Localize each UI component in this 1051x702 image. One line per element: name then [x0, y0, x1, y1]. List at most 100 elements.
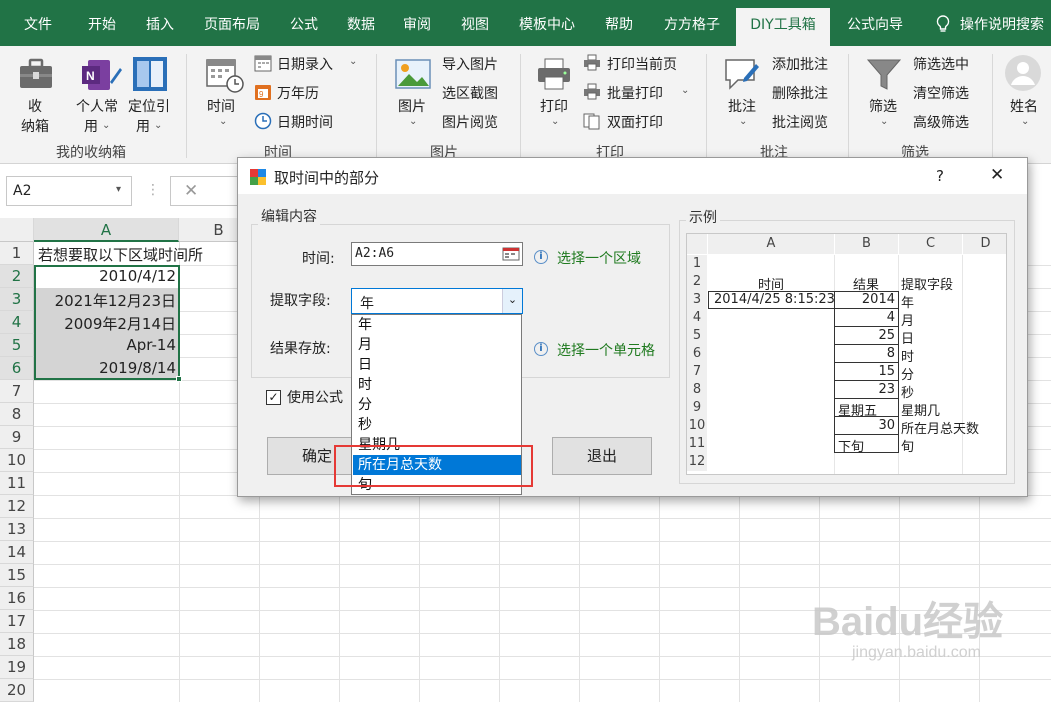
picture-button[interactable]: 图片 — [398, 96, 426, 116]
cell-a6[interactable]: 2019/8/14 — [36, 359, 176, 377]
row-header[interactable]: 6 — [0, 357, 34, 380]
import-picture-button[interactable]: 导入图片 — [442, 54, 498, 74]
tab-insert[interactable]: 插入 — [134, 0, 186, 46]
table-border — [835, 398, 898, 399]
use-formula-checkbox[interactable]: ✓ — [266, 390, 281, 405]
row-header[interactable]: 17 — [0, 610, 34, 633]
row-header[interactable]: 3 — [0, 288, 34, 311]
name-box[interactable]: A2 — [6, 176, 132, 206]
example-header-field: 提取字段 — [901, 278, 954, 293]
row-header[interactable]: 19 — [0, 656, 34, 679]
help-button[interactable]: ? — [936, 167, 944, 185]
select-all-corner[interactable] — [0, 218, 34, 242]
dropdown-option-second[interactable]: 秒 — [353, 415, 521, 435]
region-screenshot-button[interactable]: 选区截图 — [442, 83, 498, 103]
collect-label-2[interactable]: 纳箱 — [21, 116, 49, 136]
filter-selected-button[interactable]: 筛选选中 — [913, 54, 969, 74]
dropdown-option-year[interactable]: 年 — [353, 315, 521, 335]
tab-view[interactable]: 视图 — [450, 0, 500, 46]
delete-comment-button[interactable]: 删除批注 — [772, 83, 828, 103]
tab-formulas[interactable]: 公式 — [280, 0, 328, 46]
personal-label-2[interactable]: 用 — [84, 116, 98, 136]
row-header[interactable]: 8 — [0, 403, 34, 426]
row-header[interactable]: 7 — [0, 380, 34, 403]
date-entry-icon — [254, 54, 272, 72]
dropdown-option-hour[interactable]: 时 — [353, 375, 521, 395]
time-button[interactable]: 时间 — [207, 96, 235, 116]
tab-formula-wizard[interactable]: 公式向导 — [834, 0, 916, 46]
clear-filter-button[interactable]: 清空筛选 — [913, 83, 969, 103]
close-icon[interactable]: ✕ — [990, 165, 1004, 185]
tab-diy-toolbox[interactable]: DIY工具箱 — [736, 8, 830, 46]
time-label: 时间: — [302, 251, 335, 267]
batch-print-button[interactable]: 批量打印 — [607, 83, 663, 103]
tab-home[interactable]: 开始 — [76, 0, 128, 46]
table-border — [835, 326, 898, 327]
dropdown-option-minute[interactable]: 分 — [353, 395, 521, 415]
tab-file[interactable]: 文件 — [10, 0, 66, 46]
time-range-input[interactable]: A2:A6 — [351, 242, 523, 266]
cell-a4[interactable]: 2009年2月14日 — [36, 313, 176, 334]
cell-a1[interactable]: 若想要取以下区域时间所 — [38, 244, 203, 265]
row-header[interactable]: 4 — [0, 311, 34, 334]
tell-me-search[interactable]: 操作说明搜索 — [960, 0, 1051, 46]
row-header[interactable]: 2 — [0, 265, 34, 288]
tab-page-layout[interactable]: 页面布局 — [192, 0, 272, 46]
cancel-icon[interactable]: ✕ — [184, 181, 198, 201]
formula-input[interactable] — [170, 176, 240, 206]
date-entry-button[interactable]: 日期录入 — [277, 54, 333, 74]
dropdown-option-day[interactable]: 日 — [353, 355, 521, 375]
add-comment-button[interactable]: 添加批注 — [772, 54, 828, 74]
name-button[interactable]: 姓名 — [1010, 96, 1038, 116]
row-header[interactable]: 11 — [0, 472, 34, 495]
tab-review[interactable]: 审阅 — [392, 0, 442, 46]
tab-template-center[interactable]: 模板中心 — [506, 0, 588, 46]
column-header-a[interactable]: A — [34, 218, 179, 242]
view-comment-button[interactable]: 批注阅览 — [772, 112, 828, 132]
row-header[interactable]: 13 — [0, 518, 34, 541]
locate-label-1[interactable]: 定位引 — [128, 96, 170, 116]
row-header[interactable]: 9 — [0, 426, 34, 449]
calendar-clock-icon — [205, 56, 245, 94]
collect-label-1[interactable]: 收 — [28, 96, 42, 116]
row-header[interactable]: 10 — [0, 449, 34, 472]
row-header[interactable]: 14 — [0, 541, 34, 564]
row-header[interactable]: 16 — [0, 587, 34, 610]
example-col-header: C — [899, 234, 962, 254]
table-border — [835, 380, 898, 381]
grid-line — [962, 255, 963, 474]
row-header[interactable]: 20 — [0, 679, 34, 702]
dialog-title-bar[interactable]: 取时间中的部分 ? ✕ — [238, 158, 1027, 194]
duplex-print-button[interactable]: 双面打印 — [607, 112, 663, 132]
field-select[interactable]: 年 ⌄ — [351, 288, 523, 314]
print-current-page-button[interactable]: 打印当前页 — [607, 54, 677, 74]
cell-a2[interactable]: 2010/4/12 — [36, 267, 176, 285]
row-header[interactable]: 5 — [0, 334, 34, 357]
dropdown-option-month[interactable]: 月 — [353, 335, 521, 355]
chevron-down-icon[interactable]: ▾ — [116, 184, 121, 195]
picture-view-button[interactable]: 图片阅览 — [442, 112, 498, 132]
row-header[interactable]: 15 — [0, 564, 34, 587]
exit-button[interactable]: 退出 — [552, 437, 652, 475]
locate-label-2[interactable]: 用 — [136, 116, 150, 136]
tab-data[interactable]: 数据 — [336, 0, 386, 46]
comment-button[interactable]: 批注 — [728, 96, 756, 116]
cell-a5[interactable]: Apr-14 — [36, 336, 177, 354]
chevron-down-icon[interactable]: ⌄ — [502, 289, 522, 313]
datetime-button[interactable]: 日期时间 — [277, 112, 333, 132]
duplex-print-icon — [583, 112, 601, 130]
print-button[interactable]: 打印 — [540, 96, 568, 116]
example-title: 示例 — [686, 207, 720, 227]
advanced-filter-button[interactable]: 高级筛选 — [913, 112, 969, 132]
row-header[interactable]: 1 — [0, 242, 34, 265]
row-header[interactable]: 18 — [0, 633, 34, 656]
tab-fangfang-grid[interactable]: 方方格子 — [652, 0, 732, 46]
fill-handle[interactable] — [176, 376, 182, 382]
personal-label-1[interactable]: 个人常 — [76, 96, 118, 116]
perpetual-calendar-button[interactable]: 万年历 — [277, 83, 319, 103]
cell-a3[interactable]: 2021年12月23日 — [36, 290, 176, 311]
row-header[interactable]: 12 — [0, 495, 34, 518]
range-picker-icon[interactable] — [502, 245, 520, 263]
tab-help[interactable]: 帮助 — [594, 0, 644, 46]
filter-button[interactable]: 筛选 — [869, 96, 897, 116]
